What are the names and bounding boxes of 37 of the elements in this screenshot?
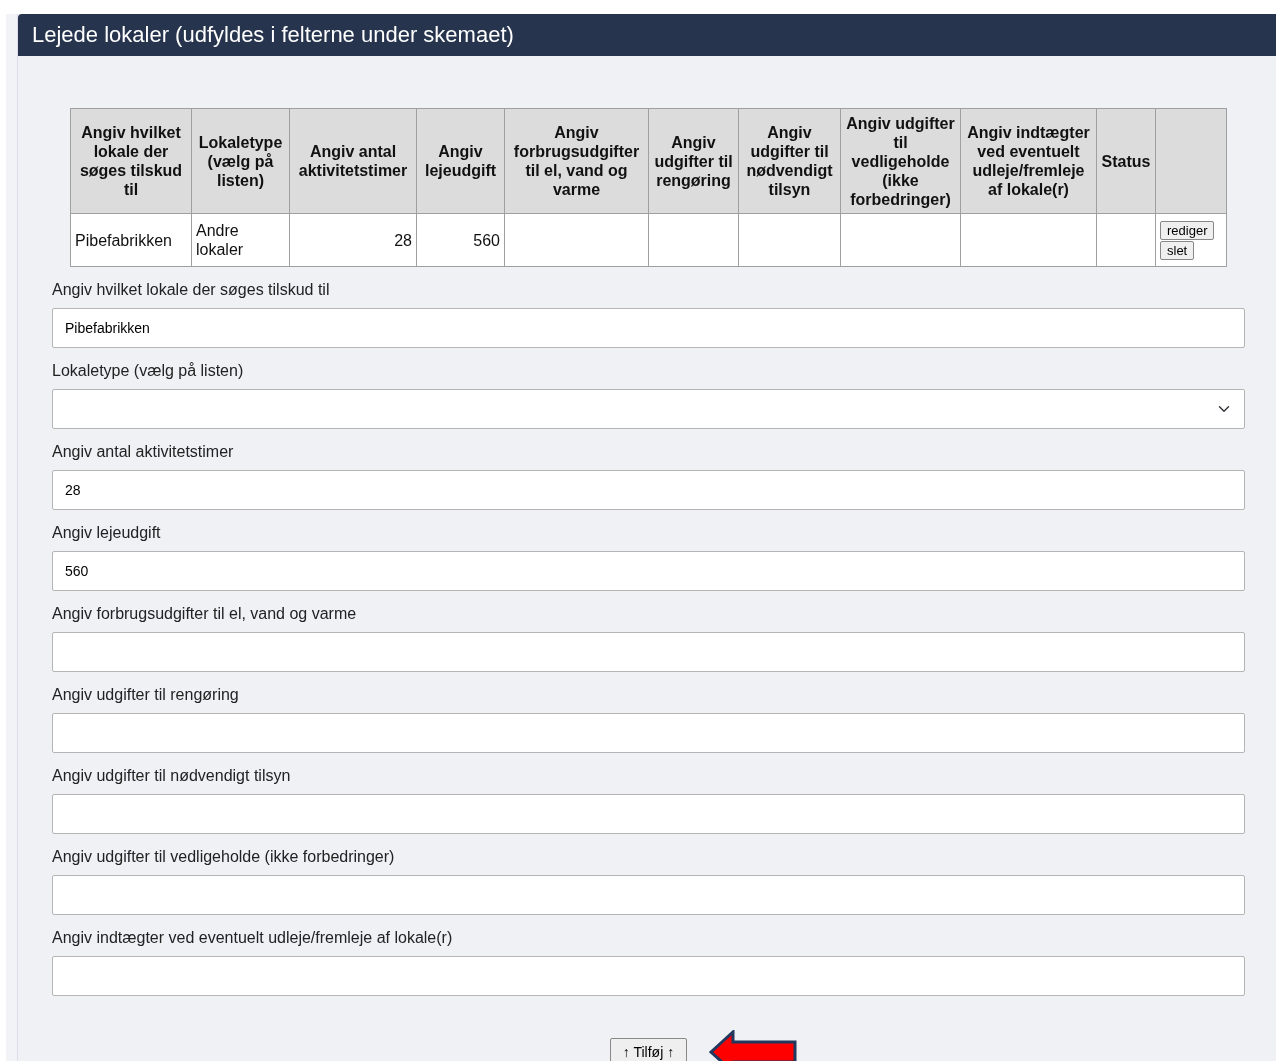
add-button[interactable]: ↑ Tilføj ↑ (609, 1037, 688, 1061)
field-label: Angiv forbrugsudgifter til el, vand og varme (52, 604, 358, 624)
input-field[interactable]: 560 (52, 551, 1245, 591)
table-cell: Andre lokaler (191, 213, 290, 267)
input-field[interactable] (52, 956, 1245, 996)
delete-button[interactable]: slet (1160, 240, 1195, 260)
column-header: Angiv hvilket lokale der søges tilskud til (70, 108, 192, 214)
field-label: Angiv hvilket lokale der søges tilskud til (52, 280, 331, 300)
column-header: Status (1096, 108, 1156, 214)
field-label: Angiv lejeudgift (52, 523, 162, 543)
select-field[interactable] (52, 389, 1245, 429)
input-field[interactable] (52, 794, 1245, 834)
arrow-icon (709, 1030, 798, 1061)
column-header: Angiv udgifter til rengøring (648, 108, 739, 214)
field-label: Angiv udgifter til rengøring (52, 685, 240, 705)
column-header: Angiv antal aktivitetstimer (289, 108, 417, 214)
edit-button[interactable]: rediger (1160, 220, 1215, 240)
table-cell: 28 (289, 213, 417, 267)
field-label: Lokaletype (vælg på listen) (52, 361, 245, 381)
column-header: Angiv lejeudgift (416, 108, 505, 214)
field-label: Angiv udgifter til vedligeholde (ikke forbedringer) (52, 847, 396, 867)
column-header: Angiv udgifter til vedligeholde (ikke forbedringer) (840, 108, 961, 214)
field-label: Angiv indtægter ved eventuelt udleje/fremleje af lokale(r) (52, 928, 454, 948)
field-label: Angiv antal aktivitetstimer (52, 442, 235, 462)
column-header: Angiv udgifter til nødvendigt tilsyn (738, 108, 841, 214)
input-field[interactable] (52, 713, 1245, 753)
table-cell: 560 (416, 213, 505, 267)
panel-title: Lejede lokaler (udfyldes i felterne under skemaet) (18, 14, 1276, 56)
column-header: Lokaletype (vælg på listen) (191, 108, 290, 214)
input-field[interactable]: Pibefabrikken (52, 308, 1245, 348)
input-field[interactable]: 28 (52, 470, 1245, 510)
input-field[interactable] (52, 632, 1245, 672)
column-header: Angiv forbrugsudgifter til el, vand og varme (504, 108, 649, 214)
input-field[interactable] (52, 875, 1245, 915)
table-cell: Pibefabrikken (70, 213, 192, 267)
column-header: Angiv indtægter ved eventuelt udleje/fremleje af lokale(r) (960, 108, 1097, 214)
field-label: Angiv udgifter til nødvendigt tilsyn (52, 766, 292, 786)
